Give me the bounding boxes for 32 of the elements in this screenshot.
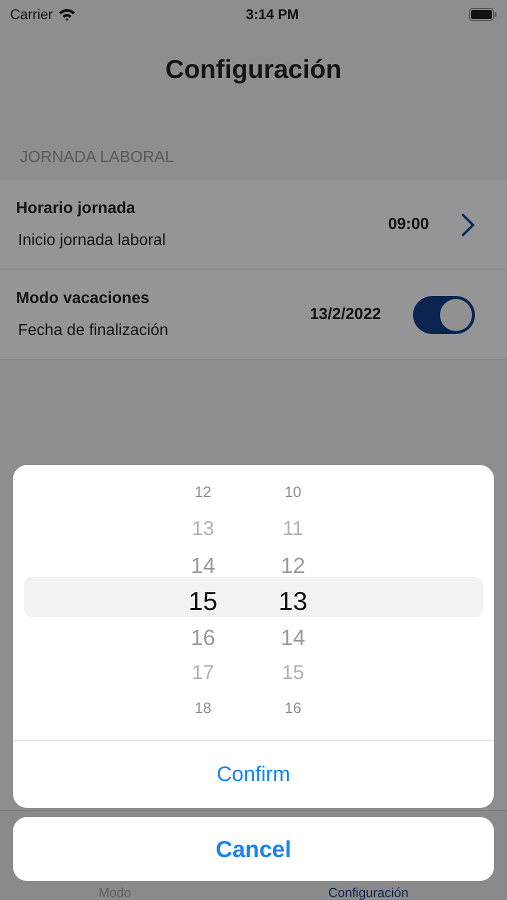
row-value: 09:00: [388, 214, 429, 234]
cancel-button[interactable]: Cancel: [13, 817, 494, 881]
wifi-icon: [58, 8, 76, 20]
settings-row[interactable]: Modo vacaciones Fecha de finalización 13/2/2022: [0, 270, 507, 360]
row-subtitle: Inicio jornada laboral: [17, 230, 167, 250]
picker-value[interactable]: 13: [192, 514, 214, 544]
battery-icon: [468, 8, 497, 20]
row-value: 13/2/2022: [310, 304, 381, 324]
picker-value[interactable]: 15: [282, 658, 304, 688]
picker-value[interactable]: 11: [282, 514, 304, 544]
carrier-label: Carrier: [10, 4, 53, 24]
picker-value[interactable]: 16: [284, 698, 302, 720]
row-title: Horario jornada: [16, 198, 136, 218]
toggle-switch[interactable]: [413, 296, 475, 334]
tab-label[interactable]: Configuración: [328, 886, 408, 899]
status-time: 3:14 PM: [246, 4, 299, 24]
picker-value[interactable]: 17: [192, 658, 214, 688]
picker-value[interactable]: 14: [280, 620, 306, 654]
settings-row[interactable]: Horario jornada Inicio jornada laboral 09:00: [0, 180, 507, 270]
picker-value[interactable]: 15: [188, 582, 218, 620]
picker-value[interactable]: 12: [194, 482, 212, 504]
row-title: Modo vacaciones: [16, 288, 150, 308]
picker-value[interactable]: 14: [190, 548, 216, 582]
picker-value[interactable]: 18: [194, 698, 212, 720]
chevron-right-icon: [461, 212, 475, 236]
confirm-button[interactable]: Confirm: [13, 740, 494, 808]
row-subtitle: Fecha de finalización: [17, 320, 170, 340]
picker-value[interactable]: 12: [280, 548, 306, 582]
picker-value[interactable]: 13: [278, 582, 308, 620]
page-title: Configuración: [165, 52, 342, 86]
picker-value[interactable]: 10: [284, 482, 302, 504]
picker-value[interactable]: 16: [190, 620, 216, 654]
